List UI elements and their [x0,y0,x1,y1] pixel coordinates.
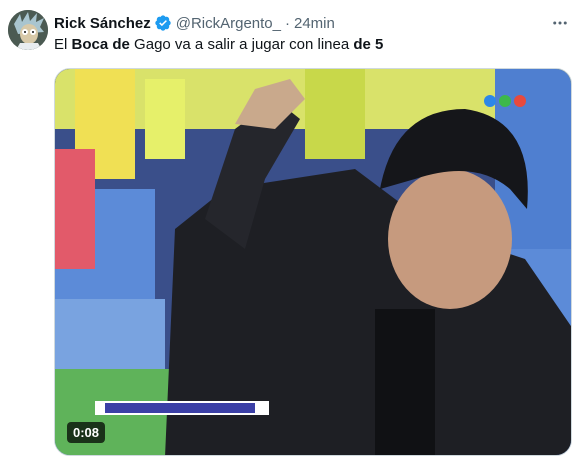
text-part: Gago va a salir a jugar con linea [129,36,354,53]
video-frame [55,69,571,455]
avatar-image [8,10,48,50]
text-part-bold: Boca [71,36,109,53]
text-part-bold: de 5 [353,36,384,53]
text-part: El [54,36,72,53]
tweet[interactable]: Rick Sánchez @RickArgento_ · 24min El Bo… [0,0,580,464]
timestamp[interactable]: 24min [294,15,335,32]
verified-badge-icon [154,14,172,32]
author-handle[interactable]: @RickArgento_ [176,15,281,32]
more-options-icon[interactable] [548,12,572,34]
avatar[interactable] [8,10,48,50]
tweet-header: Rick Sánchez @RickArgento_ · 24min [54,12,335,34]
video-player[interactable]: 0:08 [54,68,572,456]
tweet-text: El Boca de Gago va a salir a jugar con l… [54,34,383,56]
text-part-bold: de [112,36,130,53]
video-duration: 0:08 [67,422,106,443]
author-name[interactable]: Rick Sánchez [54,15,151,32]
separator-dot: · [285,14,290,32]
